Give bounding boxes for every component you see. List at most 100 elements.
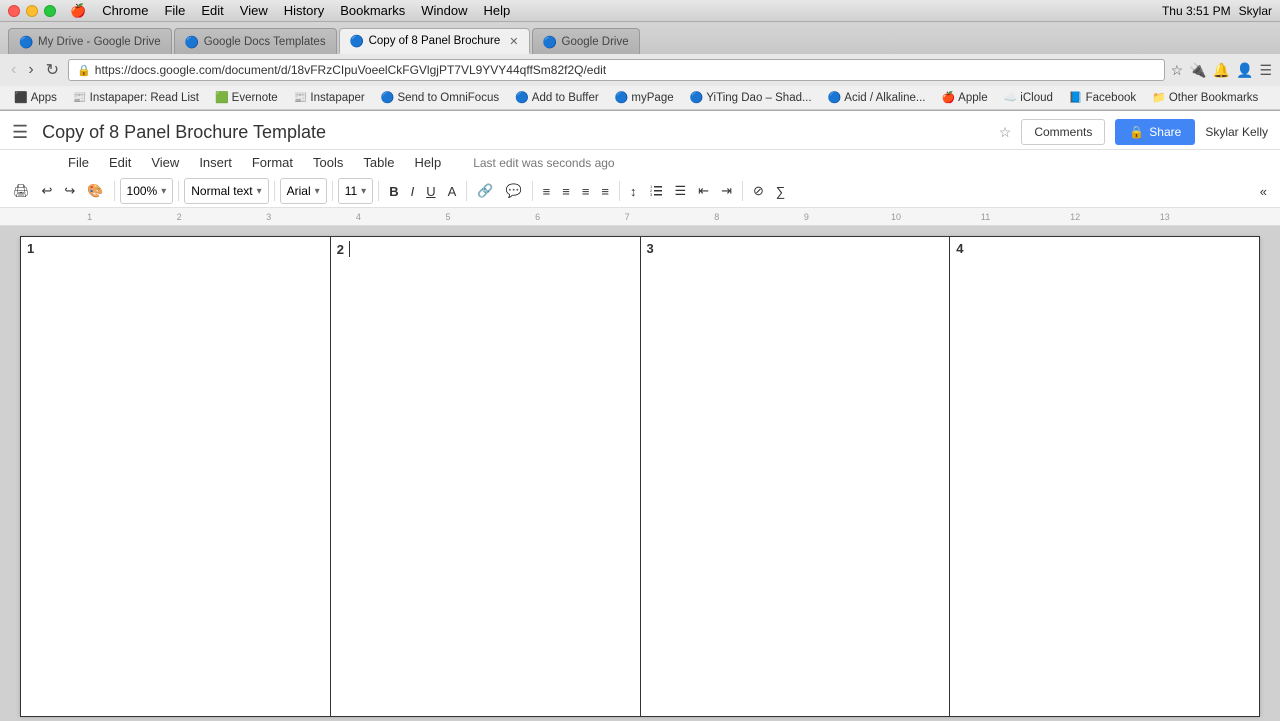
indent-increase-button[interactable]: ⇥ bbox=[716, 180, 737, 202]
tab-close-3[interactable]: ✕ bbox=[509, 35, 518, 48]
close-button[interactable] bbox=[8, 5, 20, 17]
urlbar-icons: ☆ 🔌 🔔 👤 ☰ bbox=[1171, 62, 1272, 79]
tab-copy-brochure[interactable]: 🔵 Copy of 8 Panel Brochure ✕ bbox=[339, 28, 530, 54]
menu-file[interactable]: File bbox=[164, 3, 185, 19]
link-button[interactable]: 🔗 bbox=[472, 180, 498, 202]
tab-google-drive[interactable]: 🔵 Google Drive bbox=[532, 28, 640, 54]
gdocs-menu-edit[interactable]: Edit bbox=[101, 152, 139, 173]
bookmarks-bar: ⬛ Apps 📰 Instapaper: Read List 🟩 Evernot… bbox=[0, 86, 1280, 110]
ruler-mark-3: 3 bbox=[266, 212, 271, 222]
zoom-value: 100% bbox=[127, 184, 158, 198]
gdocs-menu-tools[interactable]: Tools bbox=[305, 152, 351, 173]
font-arrow-icon: ▾ bbox=[315, 186, 320, 197]
window-controls[interactable] bbox=[8, 5, 56, 17]
undo-button[interactable]: ↩ bbox=[37, 180, 58, 202]
bookmark-mypage[interactable]: 🔵 myPage bbox=[609, 90, 680, 105]
print-button[interactable]: 🖨 bbox=[8, 180, 35, 202]
menu-history[interactable]: History bbox=[284, 3, 324, 19]
redo-button[interactable]: ↪ bbox=[59, 180, 80, 202]
align-left-button[interactable]: ≡ bbox=[538, 181, 556, 202]
bookmark-icloud[interactable]: ☁️ iCloud bbox=[998, 90, 1059, 105]
zoom-dropdown[interactable]: 100% ▾ bbox=[120, 178, 174, 204]
apple-menu[interactable]: 🍎 bbox=[70, 3, 86, 19]
bookmark-instapaper[interactable]: 📰 Instapaper bbox=[288, 90, 371, 105]
tab-favicon-4: 🔵 bbox=[543, 35, 557, 49]
gdocs-menu-insert[interactable]: Insert bbox=[191, 152, 240, 173]
apps-icon: ⬛ bbox=[14, 91, 28, 104]
clear-formatting-button[interactable]: ⊘ bbox=[748, 180, 769, 202]
fontsize-arrow-icon: ▾ bbox=[361, 186, 366, 197]
url-bar[interactable]: 🔒 https://docs.google.com/document/d/18v… bbox=[68, 59, 1165, 81]
font-dropdown[interactable]: Arial ▾ bbox=[280, 178, 327, 204]
comments-button[interactable]: Comments bbox=[1021, 119, 1105, 145]
reload-button[interactable]: ↻ bbox=[43, 60, 62, 80]
bookmark-evernote[interactable]: 🟩 Evernote bbox=[209, 90, 284, 105]
paint-format-button[interactable]: 🎨 bbox=[82, 180, 108, 202]
gdocs-hamburger-icon[interactable]: ☰ bbox=[12, 122, 28, 143]
collapse-toolbar-button[interactable]: « bbox=[1255, 181, 1272, 202]
document-title[interactable]: Copy of 8 Panel Brochure Template bbox=[42, 122, 989, 143]
tab-google-docs-templates[interactable]: 🔵 Google Docs Templates bbox=[174, 28, 337, 54]
numbered-list-button[interactable]: 1 2 3 bbox=[644, 181, 668, 201]
bookmark-instapaper-read[interactable]: 📰 Instapaper: Read List bbox=[67, 90, 205, 105]
align-justify-button[interactable]: ≡ bbox=[596, 181, 614, 202]
menu-edit[interactable]: Edit bbox=[201, 3, 223, 19]
back-button[interactable]: ‹ bbox=[8, 61, 19, 79]
style-dropdown[interactable]: Normal text ▾ bbox=[184, 178, 268, 204]
gdocs-menu-help[interactable]: Help bbox=[406, 152, 449, 173]
comment-button[interactable]: 💬 bbox=[500, 180, 526, 202]
line-spacing-button[interactable]: ↕ bbox=[625, 181, 642, 202]
bookmark-apps[interactable]: ⬛ Apps bbox=[8, 90, 63, 105]
gdocs-menu-view[interactable]: View bbox=[143, 152, 187, 173]
align-right-button[interactable]: ≡ bbox=[577, 181, 595, 202]
tab-my-drive[interactable]: 🔵 My Drive - Google Drive bbox=[8, 28, 172, 54]
menu-bookmarks[interactable]: Bookmarks bbox=[340, 3, 405, 19]
underline-button[interactable]: U bbox=[421, 181, 440, 202]
panel-1[interactable]: 1 bbox=[21, 237, 331, 717]
ruler-mark-12: 12 bbox=[1070, 212, 1080, 222]
gdocs-menu-file[interactable]: File bbox=[60, 152, 97, 173]
bookmark-acid[interactable]: 🔵 Acid / Alkaline... bbox=[822, 90, 932, 105]
italic-button[interactable]: I bbox=[406, 181, 420, 202]
bookmark-buffer[interactable]: 🔵 Add to Buffer bbox=[509, 90, 605, 105]
bookmark-apple[interactable]: 🍎 Apple bbox=[935, 90, 993, 105]
fontsize-dropdown[interactable]: 11 ▾ bbox=[338, 178, 374, 204]
menu-help[interactable]: Help bbox=[483, 3, 510, 19]
bookmark-facebook-label: Facebook bbox=[1086, 92, 1137, 104]
equation-button[interactable]: ∑ bbox=[771, 181, 790, 202]
maximize-button[interactable] bbox=[44, 5, 56, 17]
menu-chrome[interactable]: Chrome bbox=[102, 3, 148, 19]
ruler-mark-13: 13 bbox=[1160, 212, 1170, 222]
last-edit-status: Last edit was seconds ago bbox=[473, 156, 614, 170]
bold-button[interactable]: B bbox=[384, 181, 403, 202]
panel-4[interactable]: 4 bbox=[950, 237, 1260, 717]
gdocs-menu-table[interactable]: Table bbox=[355, 152, 402, 173]
text-color-button[interactable]: A bbox=[443, 181, 462, 202]
ruler-mark-8: 8 bbox=[714, 212, 719, 222]
ruler-mark-1: 1 bbox=[87, 212, 92, 222]
user-account[interactable]: Skylar Kelly bbox=[1205, 125, 1268, 139]
bookmark-yiting[interactable]: 🔵 YiTing Dao – Shad... bbox=[684, 90, 818, 105]
menu-view[interactable]: View bbox=[240, 3, 268, 19]
bookmark-other[interactable]: 📁 Other Bookmarks bbox=[1146, 90, 1264, 105]
extension-icon-3[interactable]: 👤 bbox=[1236, 62, 1253, 79]
document-area[interactable]: 1 2 3 4 bbox=[0, 226, 1280, 721]
extension-icon-2[interactable]: 🔔 bbox=[1213, 62, 1230, 79]
font-value: Arial bbox=[287, 184, 311, 198]
panel-2[interactable]: 2 bbox=[330, 237, 640, 717]
bookmark-omnifocus[interactable]: 🔵 Send to OmniFocus bbox=[375, 90, 505, 105]
bookmark-star-icon[interactable]: ☆ bbox=[1171, 62, 1184, 79]
forward-button[interactable]: › bbox=[25, 61, 36, 79]
gdocs-menu-format[interactable]: Format bbox=[244, 152, 301, 173]
extension-icon-1[interactable]: 🔌 bbox=[1189, 62, 1206, 79]
panel-3[interactable]: 3 bbox=[640, 237, 950, 717]
minimize-button[interactable] bbox=[26, 5, 38, 17]
menu-window[interactable]: Window bbox=[421, 3, 467, 19]
star-document-icon[interactable]: ☆ bbox=[999, 124, 1012, 141]
share-button[interactable]: 🔒 Share bbox=[1115, 119, 1195, 145]
bullet-list-button[interactable]: ☰ bbox=[670, 180, 692, 202]
align-center-button[interactable]: ≡ bbox=[557, 181, 575, 202]
indent-decrease-button[interactable]: ⇤ bbox=[693, 180, 714, 202]
bookmark-facebook[interactable]: 📘 Facebook bbox=[1063, 90, 1142, 105]
chrome-menu-icon[interactable]: ☰ bbox=[1259, 62, 1272, 79]
